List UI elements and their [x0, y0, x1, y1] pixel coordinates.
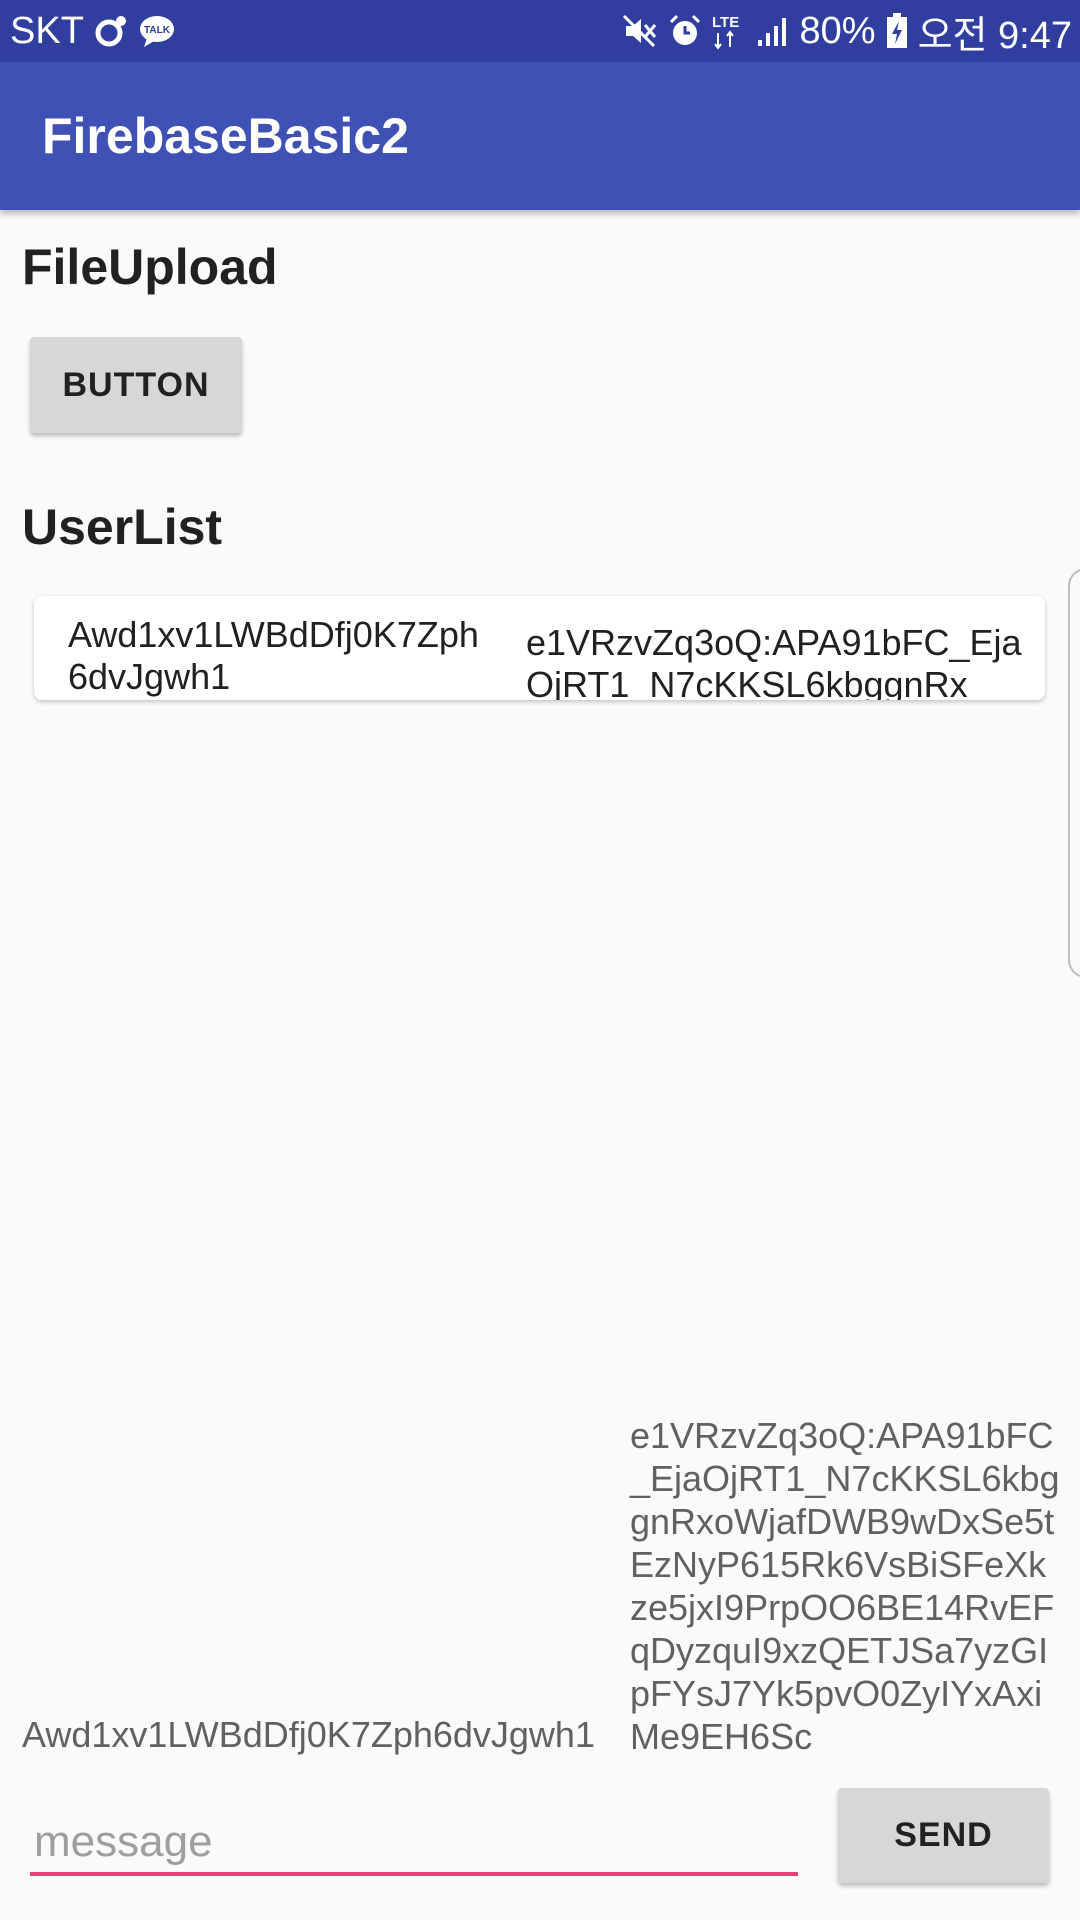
file-upload-title: FileUpload — [22, 239, 278, 295]
battery-charging-icon — [886, 13, 908, 49]
svg-text:TALK: TALK — [144, 25, 171, 36]
app-title: FirebaseBasic2 — [42, 108, 409, 164]
signal-icon — [756, 14, 790, 48]
upload-button[interactable]: BUTTON — [30, 337, 242, 433]
send-button[interactable]: SEND — [838, 1788, 1049, 1883]
list-item-token: e1VRzvZq3oQ:APA91bFC_EjaOjRT1_N7cKKSL6kb… — [526, 622, 1022, 700]
list-item-uid: Awd1xv1LWBdDfj0K7Zph6dvJgwh1 — [68, 614, 479, 697]
mute-icon — [622, 14, 658, 48]
list-item[interactable]: Awd1xv1LWBdDfj0K7Zph6dvJgwh1 e1VRzvZq3oQ… — [34, 596, 1045, 700]
status-bar-left: SKT TALK — [10, 10, 176, 53]
notification-icon — [94, 14, 128, 48]
clock: 오전 9:47 — [917, 14, 1072, 57]
status-bar-right: LTE 80% 오전 9:47 — [622, 4, 1072, 59]
selected-token: e1VRzvZq3oQ:APA91bFC_EjaOjRT1_N7cKKSL6kb… — [630, 1415, 1060, 1757]
carrier-label: SKT — [10, 9, 84, 52]
user-list-title: UserList — [22, 499, 223, 555]
status-bar: SKT TALK LTE 80% 오전 9:47 — [0, 0, 1080, 62]
kakaotalk-icon: TALK — [138, 14, 176, 48]
scroll-indicator — [1068, 568, 1080, 978]
lte-label: LTE — [712, 14, 739, 31]
selected-uid: Awd1xv1LWBdDfj0K7Zph6dvJgwh1 — [22, 1714, 595, 1755]
message-input[interactable] — [30, 1812, 798, 1876]
app-bar: FirebaseBasic2 — [0, 62, 1080, 210]
alarm-icon — [668, 14, 702, 48]
lte-icon: LTE — [712, 11, 746, 51]
battery-percent: 80% — [799, 9, 876, 52]
